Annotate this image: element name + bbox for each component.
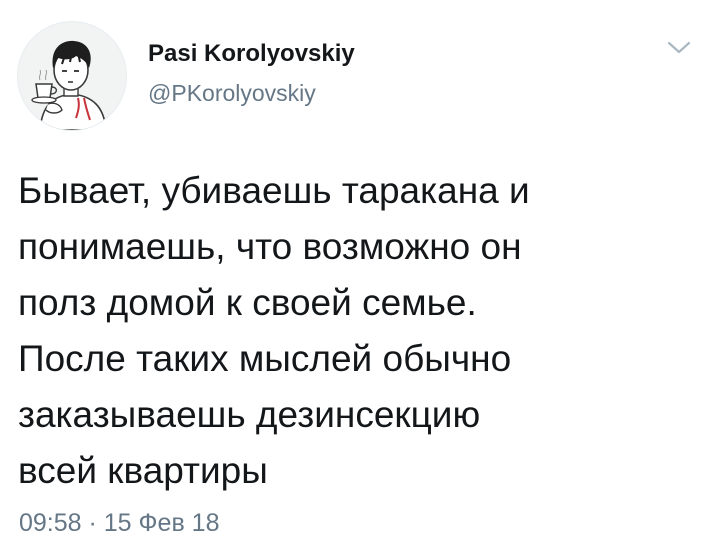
author-display-name[interactable]: Pasi Korolyovskiy bbox=[148, 40, 355, 68]
avatar[interactable] bbox=[17, 21, 127, 131]
tweet-menu-button[interactable] bbox=[667, 39, 691, 57]
chevron-down-icon bbox=[667, 41, 691, 54]
tweet-card: Pasi Korolyovskiy @PKorolyovskiy Бывает,… bbox=[0, 0, 712, 558]
author-handle[interactable]: @PKorolyovskiy bbox=[148, 80, 316, 107]
tweet-text: Бывает, убиваешь таракана и понимаешь, ч… bbox=[18, 170, 530, 491]
tweet-timestamp[interactable]: 09:58 · 15 Фев 18 bbox=[19, 509, 219, 538]
avatar-drawing-icon bbox=[18, 22, 126, 130]
